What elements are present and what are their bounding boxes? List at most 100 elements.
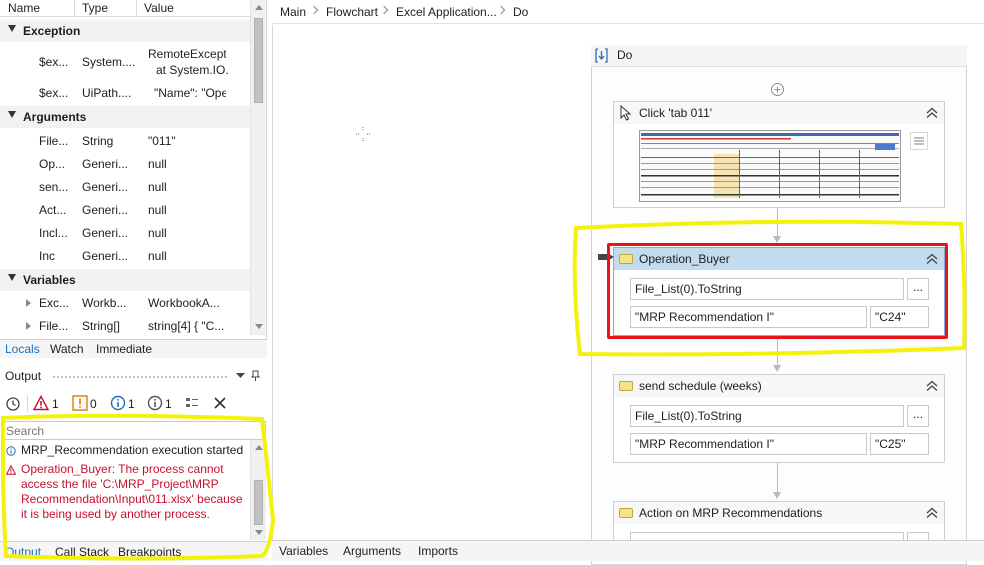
scroll-up-icon[interactable] [255,5,263,10]
scroll-down-icon[interactable] [255,324,263,329]
row-value: null [148,203,167,217]
yellow-annotation-output [0,413,276,561]
activity-title: Action on MRP Recommendations [639,506,823,520]
screenshot-thumbnail[interactable] [639,130,901,202]
menu-icon[interactable] [910,132,928,150]
breadcrumb-main[interactable]: Main [280,5,306,19]
invoke-workflow-icon [619,508,633,518]
activity-header[interactable]: Click 'tab 011' [614,102,944,124]
invoke-workflow-icon [619,381,633,391]
row-value: null [148,157,167,171]
sequence-title: Do [617,48,633,62]
activity-title: send schedule (weeks) [639,379,762,393]
locals-row[interactable]: Inc Generi... null [0,245,250,268]
tab-arguments[interactable]: Arguments [343,544,401,558]
row-name: Incl... [39,226,68,240]
activity-send-schedule[interactable]: send schedule (weeks) File_List(0).ToStr… [613,374,945,463]
locals-column-header: Name Type Value [0,0,250,17]
row-value: "011" [148,134,176,148]
group-variables[interactable]: Variables [0,269,250,291]
row-value: RemoteExcepti [148,47,226,61]
tab-immediate[interactable]: Immediate [96,342,152,356]
column-name-header[interactable]: Name [8,1,40,15]
yellow-annotation-activity [572,219,967,357]
row-type: Generi... [82,157,129,171]
activity-header[interactable]: Action on MRP Recommendations [614,502,944,524]
locals-scrollbar[interactable] [250,0,266,335]
chevron-right-icon [379,5,389,15]
sequence-do-header[interactable]: Do [591,45,967,67]
info-count: 1 [128,397,135,411]
row-type: UiPath.... [82,86,132,100]
row-type: Generi... [82,226,129,240]
row-type: System.... [82,55,136,69]
locals-row[interactable]: $ex... UiPath.... "Name": "Ope [0,84,250,107]
breadcrumb-excel-application[interactable]: Excel Application... [396,5,497,19]
locals-row[interactable]: File... String[] string[4] { "C... [0,315,250,338]
trace-count: 1 [165,397,172,411]
locals-row[interactable]: File... String "011" [0,130,250,153]
argument-sheet-field[interactable]: "MRP Recommendation I" [630,433,867,455]
tab-locals[interactable]: Locals [5,342,40,356]
row-type: Workb... [82,296,127,310]
locals-row[interactable]: Act... Generi... null [0,199,250,222]
row-value: null [148,180,167,194]
breadcrumb: Main Flowchart Excel Application... Do [272,0,984,24]
locals-panel: Name Type Value Exception $ex... System.… [0,0,267,340]
output-title: Output [5,369,42,383]
drag-grip[interactable] [52,375,227,379]
row-type: Generi... [82,180,129,194]
scrollbar-thumb[interactable] [254,18,263,103]
column-type-header[interactable]: Type [82,1,108,15]
collapse-triangle-icon[interactable] [8,25,16,32]
row-name: Op... [39,157,66,171]
collapse-icon[interactable] [926,380,938,392]
locals-row[interactable]: Op... Generi... null [0,153,250,176]
breadcrumb-do[interactable]: Do [513,5,528,19]
sequence-icon [595,48,608,63]
breadcrumb-flowchart[interactable]: Flowchart [326,5,378,19]
row-name: $ex... [39,55,69,69]
error-count: 1 [52,397,59,411]
activity-header[interactable]: send schedule (weeks) [614,375,944,397]
tab-imports[interactable]: Imports [418,544,458,558]
group-label: Exception [23,24,81,38]
tab-variables[interactable]: Variables [279,544,328,558]
group-exception[interactable]: Exception [0,20,250,42]
collapse-triangle-icon[interactable] [8,274,16,281]
collapse-icon[interactable] [926,107,938,119]
debug-tabs: Locals Watch Immediate [0,339,267,358]
chevron-down-icon[interactable] [236,373,245,379]
row-value: "Name": "Ope [154,86,226,100]
pin-icon[interactable] [251,370,260,382]
row-type: Generi... [82,249,129,263]
locals-row[interactable]: $ex... System.... RemoteExcepti at Syste… [0,46,250,82]
row-type: Generi... [82,203,129,217]
row-name: Inc [39,249,56,263]
locals-row[interactable]: Incl... Generi... null [0,222,250,245]
tab-watch[interactable]: Watch [50,342,84,356]
column-value-header[interactable]: Value [144,1,174,15]
workflow-file-field[interactable]: File_List(0).ToString [630,405,904,427]
group-label: Arguments [23,110,87,124]
expand-triangle-icon[interactable] [26,299,31,307]
row-value: null [148,226,167,240]
activity-click[interactable]: Click 'tab 011' [613,101,945,208]
row-value-line2: at System.IO. [156,63,229,77]
row-name: Exc... [39,296,70,310]
collapse-triangle-icon[interactable] [8,111,16,118]
row-value: string[4] { "C... [148,319,225,333]
row-name: sen... [39,180,69,194]
expand-triangle-icon[interactable] [26,322,31,330]
argument-cell-field[interactable]: "C25" [870,433,929,455]
locals-row[interactable]: Exc... Workb... WorkbookA... [0,292,250,315]
add-activity-icon[interactable] [770,82,785,97]
collapse-icon[interactable] [926,507,938,519]
browse-button[interactable]: ... [907,405,929,427]
row-name: Act... [39,203,67,217]
group-label: Variables [23,273,76,287]
row-value: null [148,249,167,263]
locals-row[interactable]: sen... Generi... null [0,176,250,199]
group-arguments[interactable]: Arguments [0,106,250,128]
activity-title: Click 'tab 011' [639,106,713,120]
